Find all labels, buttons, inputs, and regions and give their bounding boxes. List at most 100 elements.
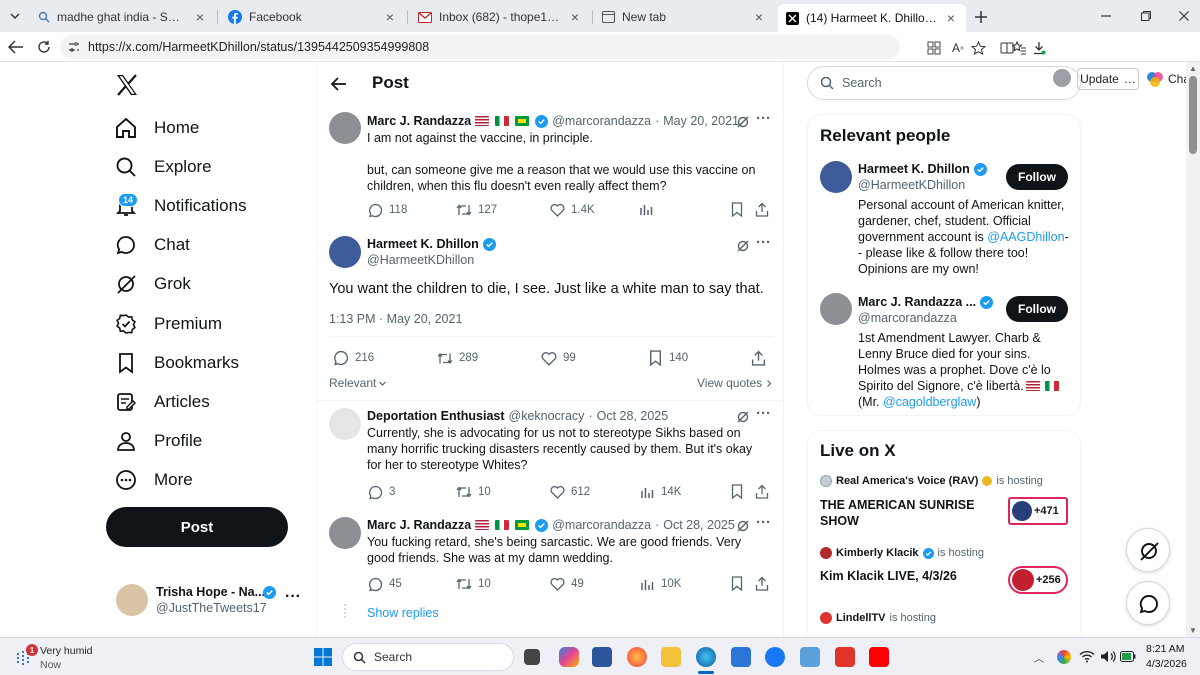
- tab-search[interactable]: madhe ghat india - Search ×: [30, 4, 215, 30]
- live-item[interactable]: Kimberly Klacik is hosting Kim Klacik LI…: [820, 547, 1072, 597]
- tab-x-active[interactable]: (14) Harmeet K. Dhillon on X: "@m ×: [778, 4, 966, 32]
- tab-gmail[interactable]: Inbox (682) - thope1023@gmail.com ×: [410, 4, 590, 30]
- tweet-date[interactable]: Oct 28, 2025: [597, 409, 669, 423]
- minimize-icon[interactable]: [1098, 8, 1114, 24]
- sidebar-item-explore[interactable]: Explore: [114, 153, 212, 181]
- person-name[interactable]: Harmeet K. Dhillon: [858, 162, 970, 176]
- x-logo-icon[interactable]: [113, 72, 141, 98]
- copilot-app-icon[interactable]: [559, 647, 579, 667]
- address-bar[interactable]: https://x.com/HarmeetKDhillon/status/139…: [60, 35, 900, 59]
- clock-date[interactable]: 4/3/2026: [1146, 658, 1187, 670]
- sidebar-item-bookmarks[interactable]: Bookmarks: [114, 349, 239, 377]
- weather-widget[interactable]: 1 Very humid Now: [12, 642, 122, 672]
- author-name[interactable]: Deportation Enthusiast: [367, 409, 505, 423]
- taskbar-search[interactable]: Search: [342, 643, 514, 671]
- sort-replies-dropdown[interactable]: Relevant: [329, 376, 387, 390]
- tab-facebook[interactable]: Facebook ×: [220, 4, 405, 30]
- bookmark-button[interactable]: 140: [647, 350, 688, 366]
- live-participants[interactable]: +471: [1008, 497, 1068, 525]
- views-button[interactable]: 14K: [639, 484, 681, 500]
- remote-desktop-icon[interactable]: [800, 647, 820, 667]
- grok-fab-button[interactable]: [1126, 528, 1170, 572]
- author-handle[interactable]: @keknocracy: [509, 409, 585, 423]
- windows-start-icon[interactable]: [314, 648, 332, 666]
- close-icon[interactable]: ×: [752, 9, 766, 25]
- more-dots-icon[interactable]: ···: [756, 514, 771, 531]
- sidebar-item-premium[interactable]: Premium: [114, 310, 222, 338]
- avatar[interactable]: [820, 293, 852, 325]
- live-participants[interactable]: +256: [1008, 566, 1068, 594]
- bookmark-icon[interactable]: [731, 576, 743, 591]
- share-icon[interactable]: [755, 576, 769, 591]
- search-box[interactable]: Search: [807, 66, 1081, 100]
- more-dots-icon[interactable]: …: [1124, 72, 1136, 86]
- live-item[interactable]: LindellTV is hosting: [820, 612, 1072, 636]
- battery-icon[interactable]: [1120, 651, 1136, 662]
- reply-button[interactable]: 216: [333, 350, 374, 366]
- more-dots-icon[interactable]: ···: [756, 110, 771, 127]
- repost-button[interactable]: 289: [437, 350, 478, 366]
- apps-icon[interactable]: [925, 39, 943, 57]
- sidebar-item-articles[interactable]: Articles: [114, 388, 210, 416]
- scroll-up-icon[interactable]: ▲: [1189, 64, 1197, 73]
- share-icon[interactable]: [755, 484, 769, 499]
- person-handle[interactable]: @HarmeetKDhillon: [858, 178, 965, 192]
- bio-mention-link[interactable]: @cagoldberglaw: [883, 395, 976, 409]
- author-name[interactable]: Harmeet K. Dhillon: [367, 237, 479, 251]
- tweet-timestamp[interactable]: 1:13 PM · May 20, 2021: [329, 312, 462, 326]
- store-icon[interactable]: [731, 647, 751, 667]
- follow-button[interactable]: Follow: [1006, 296, 1068, 322]
- update-button[interactable]: Update …: [1077, 68, 1139, 90]
- reply-tweet[interactable]: Marc J. Randazza @marcorandazza · Oct 28…: [317, 513, 783, 598]
- scrollbar-thumb[interactable]: [1189, 76, 1197, 154]
- share-icon[interactable]: [755, 202, 769, 217]
- favorite-star-icon[interactable]: [969, 39, 987, 57]
- repost-button[interactable]: 10: [456, 576, 491, 592]
- like-button[interactable]: 99: [541, 350, 576, 366]
- favorites-icon[interactable]: [1010, 39, 1028, 57]
- views-icon[interactable]: [639, 202, 653, 216]
- more-dots-icon[interactable]: ···: [756, 234, 771, 251]
- parent-tweet[interactable]: Marc J. Randazza @marcorandazza · May 20…: [317, 108, 783, 224]
- sidebar-item-grok[interactable]: Grok: [114, 270, 191, 298]
- sidebar-item-more[interactable]: More: [114, 466, 193, 494]
- site-info-icon[interactable]: [68, 41, 80, 53]
- scroll-down-icon[interactable]: ▼: [1189, 626, 1197, 635]
- sidebar-item-home[interactable]: Home: [114, 114, 199, 142]
- more-dots-icon[interactable]: ···: [756, 405, 771, 422]
- messages-fab-button[interactable]: [1126, 581, 1170, 625]
- reply-button[interactable]: 45: [367, 576, 402, 592]
- view-quotes-link[interactable]: View quotes: [697, 376, 773, 390]
- read-aloud-icon[interactable]: A»: [949, 39, 967, 57]
- grok-icon[interactable]: [735, 409, 751, 425]
- grok-icon[interactable]: [735, 238, 751, 254]
- more-dots-icon[interactable]: ···: [285, 588, 301, 606]
- repost-button[interactable]: 10: [456, 484, 491, 500]
- back-arrow-icon[interactable]: [329, 74, 349, 94]
- avatar[interactable]: [820, 161, 852, 193]
- live-item[interactable]: Real America's Voice (RAV) is hosting TH…: [820, 475, 1072, 531]
- facebook-app-icon[interactable]: [765, 647, 785, 667]
- task-view-icon[interactable]: [524, 649, 540, 665]
- brave-icon[interactable]: [835, 647, 855, 667]
- new-tab-plus-icon[interactable]: [972, 8, 990, 26]
- person-name[interactable]: Marc J. Randazza ...: [858, 295, 976, 309]
- downloads-icon[interactable]: [1030, 39, 1048, 57]
- share-icon[interactable]: [751, 350, 766, 366]
- post-button[interactable]: Post: [106, 507, 288, 547]
- views-button[interactable]: 10K: [639, 576, 681, 592]
- reply-button[interactable]: 3: [367, 484, 395, 500]
- grok-icon[interactable]: [735, 114, 751, 130]
- person-handle[interactable]: @marcorandazza: [858, 311, 957, 325]
- grok-icon[interactable]: [735, 518, 751, 534]
- repost-button[interactable]: 127: [456, 202, 497, 218]
- reply-button[interactable]: 118: [367, 202, 407, 218]
- tweet-date[interactable]: Oct 28, 2025: [663, 518, 735, 532]
- close-icon[interactable]: ×: [383, 9, 397, 25]
- like-button[interactable]: 49: [549, 576, 584, 592]
- author-handle[interactable]: @marcorandazza: [552, 518, 651, 532]
- tab-actions-chevron-icon[interactable]: [8, 9, 22, 23]
- volume-icon[interactable]: [1100, 650, 1116, 663]
- tweet-date[interactable]: May 20, 2021: [663, 114, 739, 128]
- account-switcher[interactable]: Trisha Hope - Na... @JustTheTweets17 ···: [114, 582, 306, 620]
